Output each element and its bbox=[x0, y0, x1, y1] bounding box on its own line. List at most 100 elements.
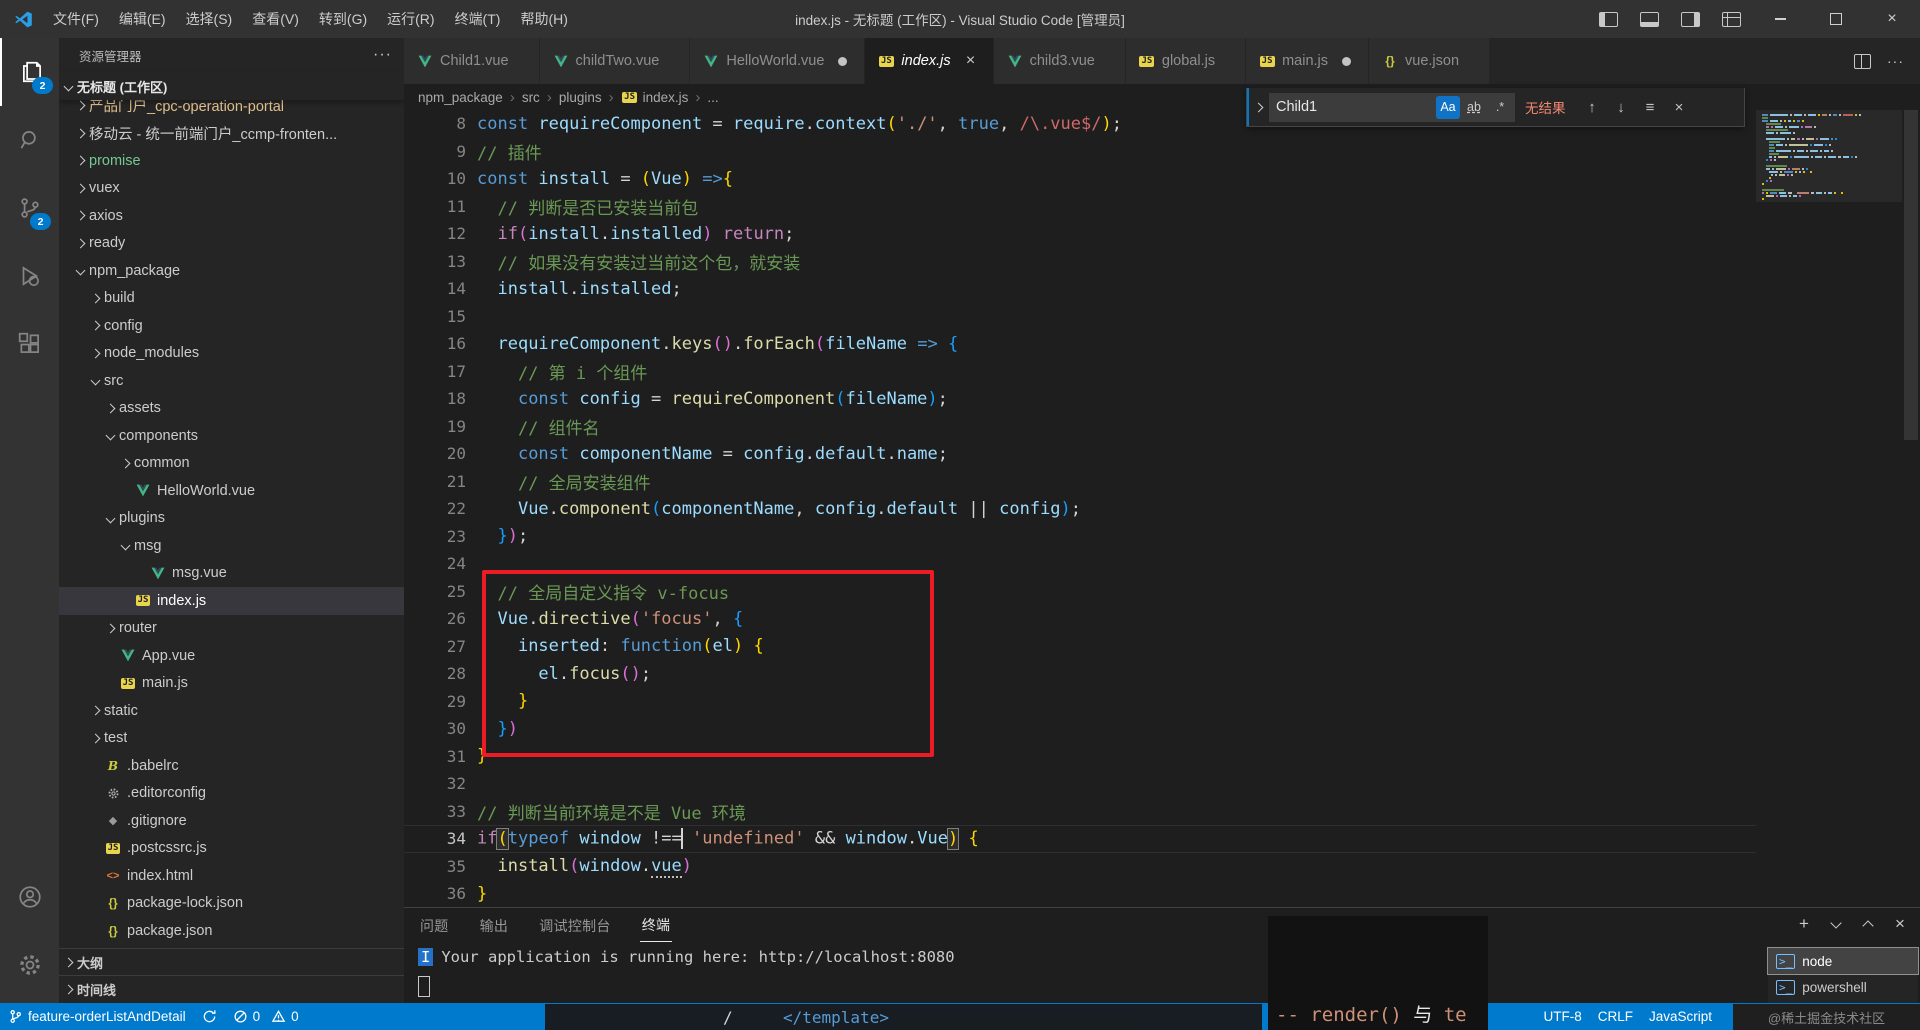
toggle-secondary-sidebar-icon[interactable] bbox=[1681, 11, 1700, 27]
terminal-instance-powershell[interactable]: >_ powershell bbox=[1768, 974, 1918, 1000]
tree-item-components[interactable]: components bbox=[59, 422, 404, 450]
explorer-icon[interactable]: 2 bbox=[0, 38, 61, 106]
menu-item-1[interactable]: 编辑(E) bbox=[109, 0, 176, 38]
menu-item-0[interactable]: 文件(F) bbox=[43, 0, 109, 38]
toggle-sidebar-icon[interactable] bbox=[1599, 11, 1618, 27]
maximize-button[interactable] bbox=[1808, 0, 1864, 38]
find-in-selection-icon[interactable]: ≡ bbox=[1638, 95, 1663, 120]
breadcrumb-item-plugins[interactable]: plugins bbox=[559, 90, 602, 105]
menu-item-3[interactable]: 查看(V) bbox=[242, 0, 309, 38]
tree-item-static[interactable]: static bbox=[59, 697, 404, 725]
tab-child3.vue[interactable]: child3.vue bbox=[993, 38, 1126, 84]
timeline-section-header[interactable]: 时间线 bbox=[59, 975, 404, 1003]
close-window-button[interactable]: × bbox=[1864, 0, 1920, 38]
tree-item-ready[interactable]: ready bbox=[59, 230, 404, 258]
tree-item-common[interactable]: common bbox=[59, 450, 404, 478]
minimize-button[interactable] bbox=[1752, 0, 1808, 38]
tree-item-vuex[interactable]: vuex bbox=[59, 175, 404, 203]
menu-item-4[interactable]: 转到(G) bbox=[309, 0, 377, 38]
panel-tab-终端[interactable]: 终端 bbox=[639, 909, 673, 942]
editor-scrollbar[interactable] bbox=[1902, 110, 1920, 908]
tree-item-axios[interactable]: axios bbox=[59, 202, 404, 230]
menu-item-6[interactable]: 终端(T) bbox=[445, 0, 511, 38]
close-find-icon[interactable]: × bbox=[1667, 95, 1692, 120]
tree-item-package.json[interactable]: {} package.json bbox=[59, 917, 404, 945]
menu-item-5[interactable]: 运行(R) bbox=[377, 0, 444, 38]
status-item-0[interactable]: UTF-8 bbox=[1535, 1003, 1589, 1030]
match-case-icon[interactable]: Aa bbox=[1436, 95, 1460, 119]
close-panel-icon[interactable]: × bbox=[1888, 912, 1912, 936]
customize-layout-icon[interactable] bbox=[1722, 11, 1741, 27]
tree-item-test[interactable]: test bbox=[59, 725, 404, 753]
workspace-section-header[interactable]: 无标题 (工作区) bbox=[59, 72, 404, 100]
tree-item-index.js[interactable]: JS index.js bbox=[59, 587, 404, 615]
maximize-panel-icon[interactable] bbox=[1856, 912, 1880, 936]
tree-item-.gitignore[interactable]: ◆ .gitignore bbox=[59, 807, 404, 835]
regex-icon[interactable]: .* bbox=[1488, 96, 1512, 119]
outline-section-header[interactable]: 大纲 bbox=[59, 947, 404, 976]
tree-item-main.js[interactable]: JS main.js bbox=[59, 670, 404, 698]
breadcrumb-item-npm_package[interactable]: npm_package bbox=[418, 90, 503, 105]
tab-childTwo.vue[interactable]: childTwo.vue bbox=[539, 38, 691, 84]
more-actions-icon[interactable]: ··· bbox=[1887, 53, 1904, 69]
panel-tab-调试控制台[interactable]: 调试控制台 bbox=[537, 910, 613, 942]
search-icon[interactable] bbox=[0, 106, 59, 174]
panel-tab-输出[interactable]: 输出 bbox=[478, 910, 511, 942]
tree-item-.editorconfig[interactable]: .editorconfig bbox=[59, 780, 404, 808]
toggle-panel-icon[interactable] bbox=[1640, 11, 1659, 27]
tree-item-router[interactable]: router bbox=[59, 615, 404, 643]
tree-item-App.vue[interactable]: App.vue bbox=[59, 642, 404, 670]
tab-global.js[interactable]: JS global.js bbox=[1125, 38, 1247, 84]
terminal-dropdown-icon[interactable] bbox=[1824, 912, 1848, 936]
tree-item-src[interactable]: src bbox=[59, 367, 404, 395]
tab-vue.json[interactable]: {} vue.json bbox=[1369, 38, 1491, 84]
tab-Child1.vue[interactable]: Child1.vue bbox=[404, 38, 540, 84]
terminal-instance-node[interactable]: >_ node bbox=[1767, 947, 1919, 975]
find-input[interactable] bbox=[1270, 99, 1436, 115]
tree-item-build[interactable]: build bbox=[59, 285, 404, 313]
status-item-2[interactable]: JavaScript bbox=[1641, 1003, 1720, 1030]
tree-item-index.html[interactable]: <> index.html bbox=[59, 862, 404, 890]
breadcrumb-item-src[interactable]: src bbox=[522, 90, 540, 105]
close-tab-icon[interactable]: × bbox=[961, 51, 981, 71]
code-editor[interactable]: 8 const requireComponent = require.contex… bbox=[404, 110, 1920, 908]
panel-tab-问题[interactable]: 问题 bbox=[418, 910, 451, 942]
tree-item-node_modules[interactable]: node_modules bbox=[59, 340, 404, 368]
whole-word-icon[interactable]: ab bbox=[1462, 96, 1486, 119]
problems-item[interactable]: 0 0 bbox=[225, 1003, 307, 1030]
tree-item-.postcssrc.js[interactable]: JS .postcssrc.js bbox=[59, 835, 404, 863]
tree-item-HelloWorld.vue[interactable]: HelloWorld.vue bbox=[59, 477, 404, 505]
menu-item-7[interactable]: 帮助(H) bbox=[510, 0, 577, 38]
split-editor-icon[interactable] bbox=[1854, 53, 1871, 69]
settings-gear-icon[interactable] bbox=[0, 931, 59, 999]
tree-item-package-lock.json[interactable]: {} package-lock.json bbox=[59, 890, 404, 918]
find-next-icon[interactable]: ↓ bbox=[1609, 95, 1634, 120]
menu-item-2[interactable]: 选择(S) bbox=[176, 0, 243, 38]
git-branch-item[interactable]: feature-orderListAndDetail bbox=[0, 1003, 194, 1030]
status-item-1[interactable]: CRLF bbox=[1590, 1003, 1641, 1030]
find-previous-icon[interactable]: ↑ bbox=[1580, 95, 1605, 120]
tab-main.js[interactable]: JS main.js bbox=[1246, 38, 1370, 84]
tree-item-.babelrc[interactable]: B .babelrc bbox=[59, 752, 404, 780]
breadcrumb-item-index.js[interactable]: index.js bbox=[643, 90, 689, 105]
new-terminal-icon[interactable]: + bbox=[1792, 912, 1816, 936]
tree-item-msg.vue[interactable]: msg.vue bbox=[59, 560, 404, 588]
source-control-icon[interactable]: 2 bbox=[0, 174, 59, 242]
tab-index.js[interactable]: JS index.js × bbox=[865, 38, 994, 84]
tab-HelloWorld.vue[interactable]: HelloWorld.vue bbox=[690, 38, 866, 84]
account-icon[interactable] bbox=[0, 863, 59, 931]
tree-item-plugins[interactable]: plugins bbox=[59, 505, 404, 533]
tree-item-产品门户_cpc-operation-portal[interactable]: 产品门户_cpc-operation-portal bbox=[59, 100, 404, 120]
tree-item-assets[interactable]: assets bbox=[59, 395, 404, 423]
tree-item-移动云 - 统一前端门户_ccmp-fronten...[interactable]: 移动云 - 统一前端门户_ccmp-fronten... bbox=[59, 120, 404, 148]
find-expand-chevron-icon[interactable] bbox=[1247, 88, 1267, 126]
breadcrumb-item-...[interactable]: ... bbox=[707, 90, 718, 105]
tree-item-msg[interactable]: msg bbox=[59, 532, 404, 560]
tree-item-promise[interactable]: promise bbox=[59, 147, 404, 175]
run-debug-icon[interactable] bbox=[0, 242, 59, 310]
tree-item-config[interactable]: config bbox=[59, 312, 404, 340]
minimap[interactable] bbox=[1756, 110, 1902, 908]
terminal-output[interactable]: I Your application is running here: http:… bbox=[418, 948, 1750, 1003]
tree-item-npm_package[interactable]: npm_package bbox=[59, 257, 404, 285]
extensions-icon[interactable] bbox=[0, 310, 59, 378]
